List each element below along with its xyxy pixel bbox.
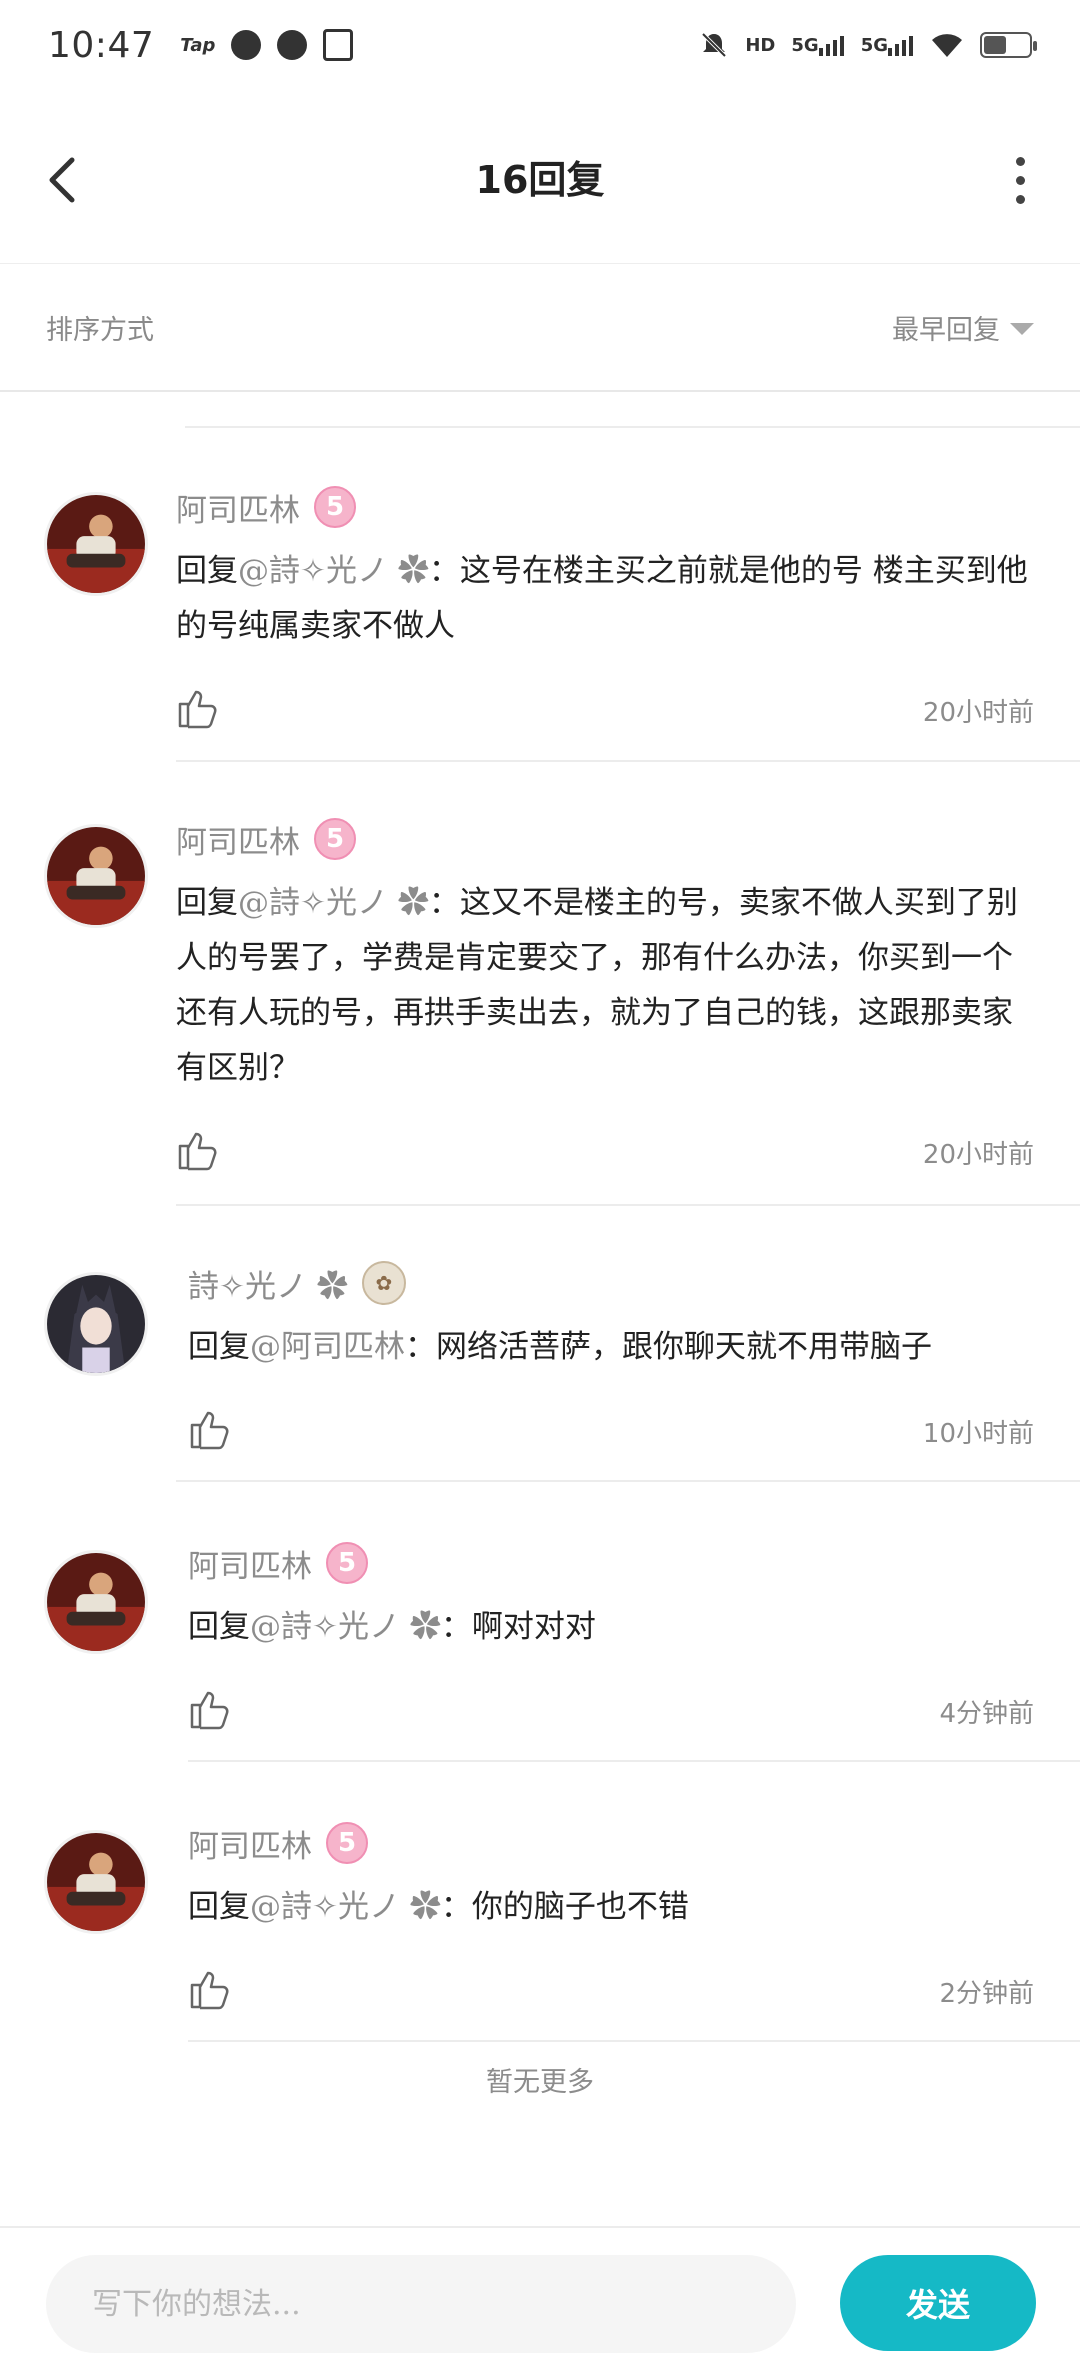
more-options-button[interactable] [1000,150,1040,210]
thumbs-up-icon[interactable] [176,686,220,730]
top-app-bar: 16回复 [0,90,1080,264]
thumbs-up-icon[interactable] [188,1967,232,2011]
wifi-icon [930,30,964,60]
reply-text: 回复@詩✧光ノ ✿：这又不是楼主的号，卖家不做人买到了别人的号罢了，学费是肯定要… [176,885,1018,1086]
red-room-avatar-icon [47,827,145,925]
red-room-avatar-icon [47,495,145,593]
timestamp: 20小时前 [922,698,1034,728]
red-room-avatar-icon [47,1553,145,1651]
divider [188,1760,1080,1762]
hd-label: HD [745,34,776,56]
reply-text: 回复@詩✧光ノ ✿：啊对对对 [188,1609,596,1645]
signal-5g-icon-2: 5G [861,30,914,60]
timestamp: 2分钟前 [939,1979,1034,2009]
avatar[interactable] [44,1272,148,1376]
sort-selected-value: 最早回复 [892,314,1000,346]
send-button[interactable]: 发送 [840,2255,1036,2351]
back-button[interactable] [40,150,90,210]
timestamp: 4分钟前 [939,1699,1034,1729]
avatar[interactable] [44,1830,148,1934]
thumbs-up-icon[interactable] [188,1687,232,1731]
divider [176,760,1080,762]
comment-composer: 发送 [0,2226,1080,2376]
reply-text: 回复@阿司匹林：网络活菩萨，跟你聊天就不用带脑子 [188,1329,932,1365]
username[interactable]: 詩✧光ノ ✿ [188,1261,348,1306]
cat-app-icon [231,30,262,60]
avatar[interactable] [44,1550,148,1654]
clipboard-app-icon [323,29,354,61]
red-room-avatar-icon [47,1833,145,1931]
sort-label: 排序方式 [46,314,154,346]
thumbs-up-icon[interactable] [176,1128,220,1172]
comment-input[interactable] [46,2255,796,2353]
level-badge: 5 [326,1542,368,1584]
avatar[interactable] [44,824,148,928]
username[interactable]: 阿司匹林 [176,485,300,530]
username[interactable]: 阿司匹林 [176,817,300,862]
page-title: 16回复 [475,158,605,202]
mention-link[interactable]: @詩✧光ノ ✿ [238,553,429,589]
mute-bell-icon [699,30,729,60]
level-badge: 5 [326,1822,368,1864]
signal-5g-icon-1: 5G [791,30,844,60]
divider [188,2040,1080,2042]
speed-app-icon [277,30,308,60]
timestamp: 20小时前 [922,1140,1034,1170]
notification-icons: Tap [180,29,354,61]
caret-down-icon [1010,323,1034,335]
no-more-label: 暂无更多 [486,2067,594,2098]
divider [176,1480,1080,1482]
status-bar: 10:47 Tap HD 5G 5G [0,0,1080,90]
username[interactable]: 阿司匹林 [188,1541,312,1586]
system-icons: HD 5G 5G [699,30,1037,60]
timestamp: 10小时前 [922,1419,1034,1449]
mention-link[interactable]: @詩✧光ノ ✿ [238,885,429,921]
mention-link[interactable]: @詩✧光ノ ✿ [250,1889,441,1925]
mention-link[interactable]: @詩✧光ノ ✿ [250,1609,441,1645]
status-time: 10:47 [48,24,155,66]
username[interactable]: 阿司匹林 [188,1821,312,1866]
mention-link[interactable]: @阿司匹林 [250,1329,405,1365]
divider [176,1204,1080,1206]
avatar[interactable] [44,492,148,596]
level-badge: 5 [314,818,356,860]
decoration-avatar-icon: ✿ [361,1261,406,1305]
reply-text: 回复@詩✧光ノ ✿：这号在楼主买之前就是他的号 楼主买到他的号纯属卖家不做人 [176,553,1028,644]
level-badge: 5 [314,486,356,528]
anime-girl-avatar-icon [47,1275,145,1373]
sort-bar: 排序方式 最早回复 [0,264,1080,392]
taptap-icon: Tap [180,34,216,56]
battery-icon [980,32,1037,58]
divider [185,426,1080,428]
thumbs-up-icon[interactable] [188,1407,232,1451]
sort-dropdown[interactable]: 最早回复 [892,308,1034,347]
more-vertical-icon [1015,156,1025,166]
reply-text: 回复@詩✧光ノ ✿：你的脑子也不错 [188,1889,689,1925]
back-arrow-icon [49,157,75,203]
